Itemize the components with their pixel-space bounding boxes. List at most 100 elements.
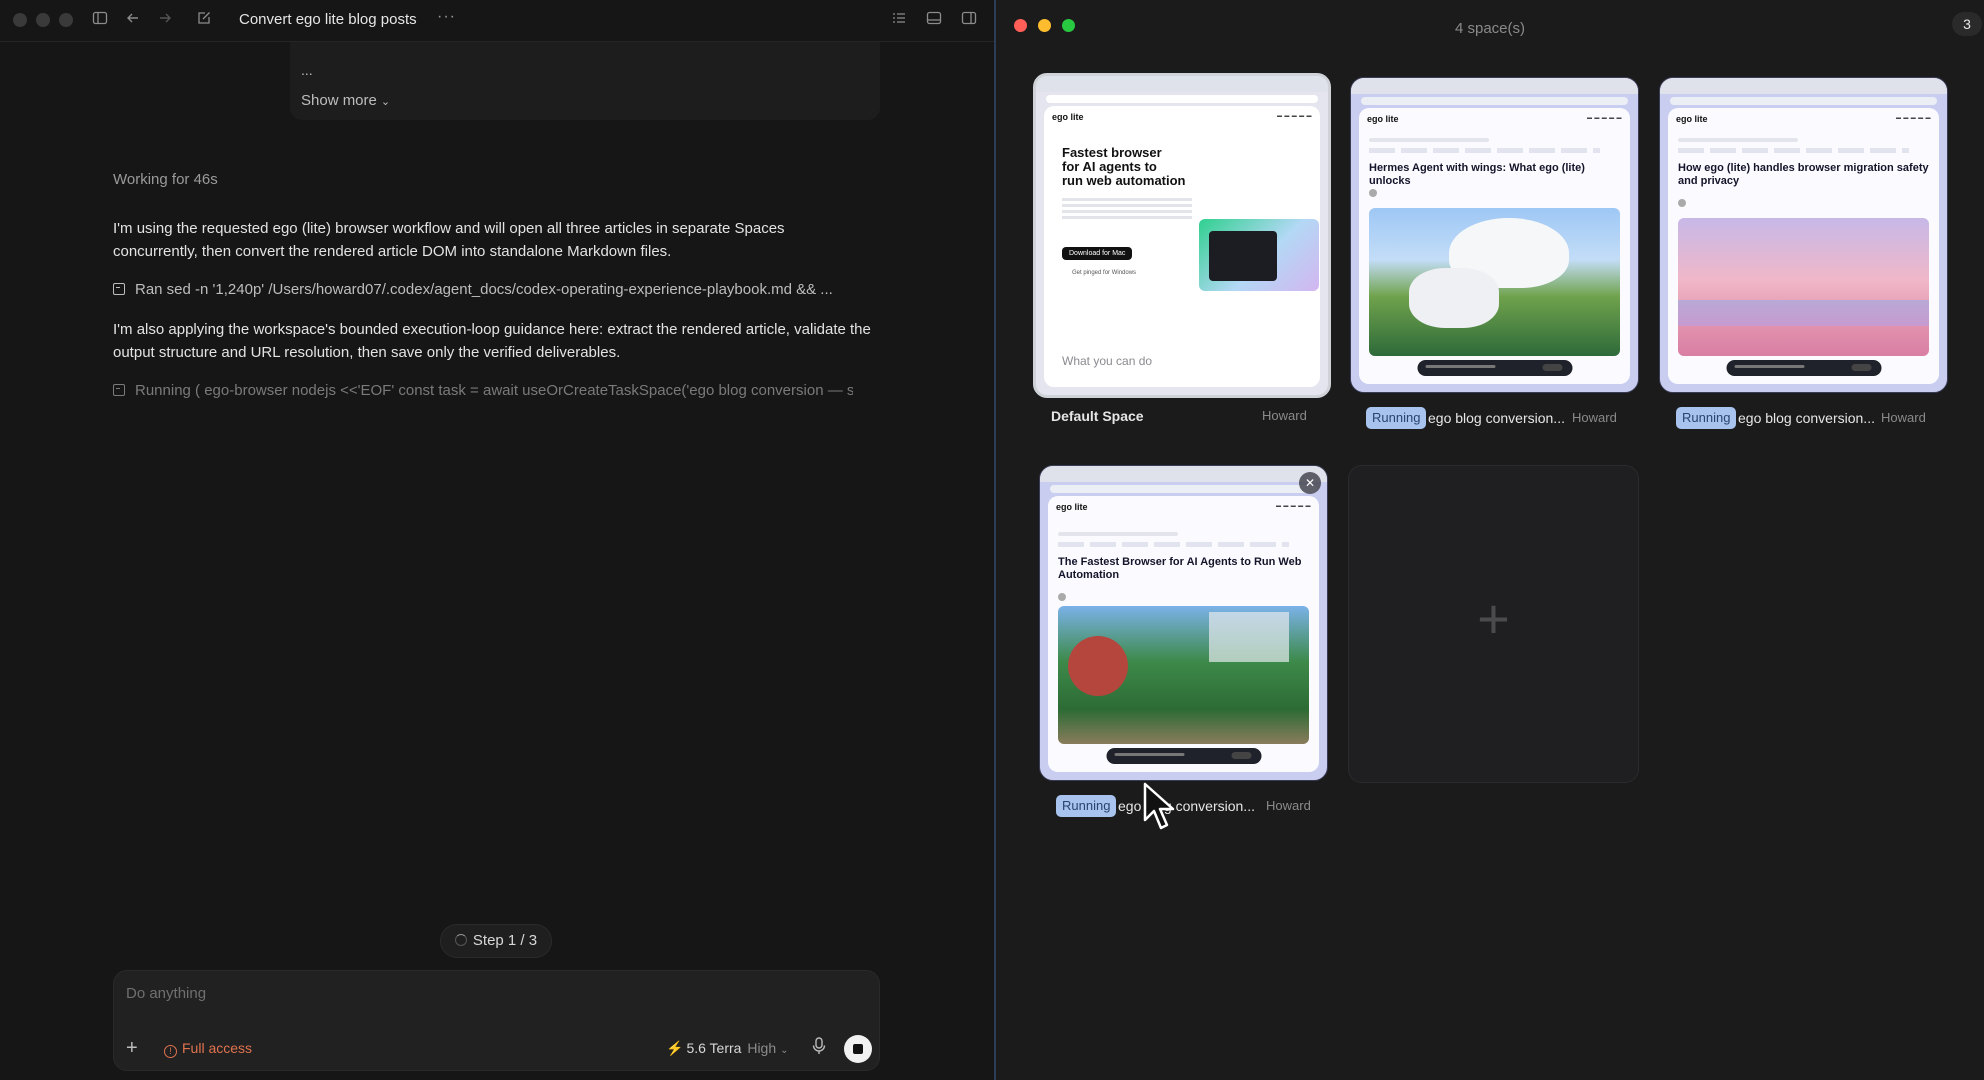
nav-links: ▬ ▬ ▬ ▬ ▬ (1895, 115, 1931, 121)
side-panel-icon[interactable] (961, 10, 983, 32)
running-status-badge: Running (1056, 795, 1117, 817)
hero-heading: Fastest browser for AI agents to run web… (1062, 146, 1186, 188)
running-status-badge: Running (1676, 407, 1737, 429)
avatar (1058, 593, 1066, 601)
browser-urlbar (1361, 97, 1628, 105)
conversation-title[interactable]: Convert ego lite blog posts (239, 11, 417, 28)
assistant-message-1: I'm using the requested ego (lite) brows… (113, 220, 785, 260)
composer-input[interactable]: Do anything (126, 985, 206, 1002)
title-bar: Convert ego lite blog posts ··· (0, 0, 994, 42)
truncated-ellipsis: ... (301, 62, 313, 78)
space-owner: Howard (1266, 798, 1311, 813)
space-tile-2[interactable]: ego lite ▬ ▬ ▬ ▬ ▬ Hermes Agent with win… (1350, 77, 1639, 393)
spaces-count-title: 4 space(s) (1454, 20, 1526, 37)
browser-tabbar (1351, 78, 1638, 94)
window-close-dot[interactable] (13, 13, 27, 27)
space-label-2: Running ego blog conversion... Howard (1366, 407, 1666, 431)
sidebar-toggle-icon[interactable] (92, 10, 114, 32)
command-running-row[interactable]: Running ( ego-browser nodejs <<'EOF' con… (113, 382, 853, 399)
hero-image (1678, 218, 1929, 356)
back-arrow-icon[interactable] (125, 10, 147, 32)
tag-chips (1369, 148, 1600, 153)
nav-links: ▬ ▬ ▬ ▬ ▬ (1276, 113, 1312, 119)
close-space-button[interactable]: ✕ (1299, 472, 1321, 494)
access-level-button[interactable]: ! Full access (164, 1040, 252, 1058)
model-selector[interactable]: ⚡ 5.6 Terra High ⌄ (666, 1040, 789, 1057)
previous-message-card: ... Show more ⌄ (290, 42, 880, 120)
page-preview: ego lite ▬ ▬ ▬ ▬ ▬ The Fastest Browser f… (1048, 496, 1319, 772)
terminal-panel-icon[interactable] (926, 10, 948, 32)
hero-image (1369, 208, 1620, 356)
space-name: ego blog conversion... (1428, 410, 1565, 426)
building-illustration (1209, 612, 1289, 662)
terminal-icon (113, 384, 125, 396)
working-status: Working for 46s (113, 171, 218, 188)
hero-heading-line2: for AI agents to (1062, 159, 1157, 174)
step-progress-pill[interactable]: Step 1 / 3 (440, 924, 552, 958)
space-owner: Howard (1881, 410, 1926, 425)
reasoning-level: High (747, 1040, 777, 1056)
new-chat-icon[interactable] (196, 10, 218, 32)
assistant-message-2: I'm also applying the workspace's bounde… (113, 321, 871, 361)
forward-arrow-icon[interactable] (157, 10, 179, 32)
model-name: 5.6 Terra (686, 1040, 742, 1056)
author-row (1678, 194, 1738, 207)
mountains-illustration (1678, 300, 1929, 326)
section-heading: What you can do (1062, 354, 1153, 368)
more-options-button[interactable]: ··· (437, 8, 456, 26)
site-logo: ego lite (1052, 112, 1084, 122)
page-preview: ego lite ▬ ▬ ▬ ▬ ▬ How ego (lite) handle… (1668, 108, 1939, 384)
tree-illustration (1068, 636, 1128, 696)
hero-image (1199, 219, 1319, 291)
space-name: ego blog conversion... (1118, 798, 1255, 814)
hero-heading-line1: Fastest browser (1062, 145, 1162, 160)
space-owner: Howard (1572, 410, 1617, 425)
space-tile-4[interactable]: ego lite ▬ ▬ ▬ ▬ ▬ The Fastest Browser f… (1039, 465, 1328, 781)
hero-text (1062, 198, 1192, 201)
space-tile-default[interactable]: ego lite ▬ ▬ ▬ ▬ ▬ Fastest browser for A… (1033, 73, 1331, 398)
spinner-icon (454, 934, 467, 946)
browser-urlbar (1046, 95, 1318, 103)
avatar (1678, 199, 1686, 207)
microphone-icon[interactable] (812, 1037, 826, 1060)
article-title: The Fastest Browser for AI Agents to Run… (1058, 556, 1302, 581)
command-ran-row[interactable]: Ran sed -n '1,240p' /Users/howard07/.cod… (113, 281, 853, 298)
nav-links: ▬ ▬ ▬ ▬ ▬ (1275, 503, 1311, 509)
hero-heading-line3: run web automation (1062, 173, 1186, 188)
horse-illustration (1409, 268, 1499, 328)
command-running-text: Running ( ego-browser nodejs <<'EOF' con… (135, 382, 853, 399)
add-space-tile[interactable]: + (1348, 465, 1639, 783)
window-zoom-dot[interactable] (59, 13, 73, 27)
show-more-button[interactable]: Show more ⌄ (301, 92, 390, 109)
windows-link: Get pinged for Windows (1072, 270, 1137, 276)
site-logo: ego lite (1056, 502, 1088, 512)
breadcrumb (1058, 532, 1178, 536)
bolt-icon: ⚡ (666, 1040, 684, 1056)
space-tile-3[interactable]: ego lite ▬ ▬ ▬ ▬ ▬ How ego (lite) handle… (1659, 77, 1948, 393)
tag-chips (1058, 542, 1289, 547)
breadcrumb (1369, 138, 1489, 142)
warning-icon: ! (164, 1045, 177, 1058)
running-status-badge: Running (1366, 407, 1427, 429)
site-nav: ego lite ▬ ▬ ▬ ▬ ▬ (1676, 114, 1931, 124)
space-label-default: Default Space Howard (1036, 405, 1336, 429)
mouse-cursor-icon (1143, 782, 1179, 837)
count-badge[interactable]: 3 (1952, 12, 1982, 36)
running-toast (1417, 360, 1572, 376)
composer: Do anything + ! Full access ⚡ 5.6 Terra Hi… (113, 970, 880, 1071)
checklist-icon[interactable] (891, 10, 913, 32)
add-attachment-button[interactable]: + (126, 1037, 138, 1060)
space-label-4: Running ego blog conversion... Howard (1056, 795, 1356, 819)
chevron-down-icon: ⌄ (380, 96, 391, 108)
author-row (1369, 184, 1429, 197)
browser-tabbar (1036, 76, 1328, 92)
terminal-icon (113, 283, 125, 295)
running-toast (1106, 748, 1261, 764)
window-minimize-dot[interactable] (36, 13, 50, 27)
stop-button[interactable] (844, 1035, 872, 1063)
space-name: ego blog conversion... (1738, 410, 1875, 426)
command-ran-text: Ran sed -n '1,240p' /Users/howard07/.cod… (135, 281, 833, 298)
browser-tabbar (1040, 466, 1327, 482)
codex-pane: Convert ego lite blog posts ··· ... Show… (0, 0, 994, 1080)
author-row (1058, 588, 1118, 601)
